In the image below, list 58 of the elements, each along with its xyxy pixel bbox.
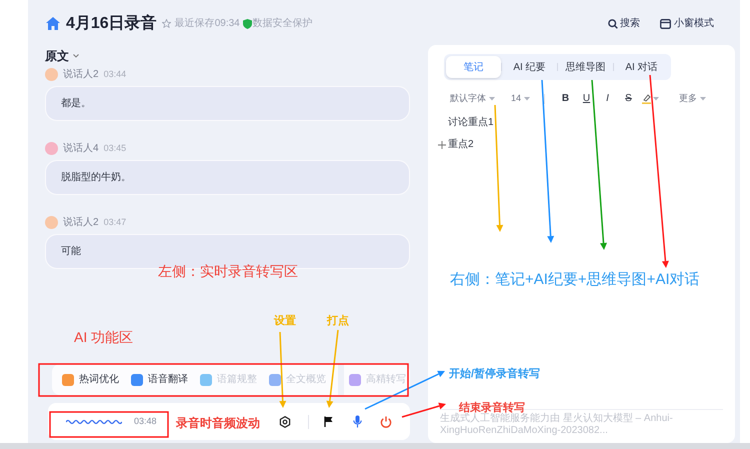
caret-icon bbox=[700, 96, 706, 100]
recording-time: 03:48 bbox=[134, 414, 157, 428]
annotation-label: 设置 bbox=[274, 314, 296, 329]
caret-icon bbox=[489, 96, 495, 100]
shield-icon bbox=[242, 18, 252, 28]
annotation-label: 结束录音转写 bbox=[459, 400, 525, 414]
format-button[interactable]: U bbox=[576, 91, 598, 106]
format-button[interactable]: S bbox=[618, 91, 640, 106]
tab[interactable]: 思维导图 bbox=[558, 56, 613, 78]
annotation-label: 右侧：笔记+AI纪要+思维导图+AI对话 bbox=[450, 270, 700, 290]
model-credit-text: 生成式人工智能服务能力由 星火认知大模型 – Anhui-XingHuoRenZhiDaMoXing-2023082... bbox=[440, 413, 674, 437]
home-icon[interactable] bbox=[46, 17, 60, 30]
annotation-label: 打点 bbox=[327, 314, 349, 329]
note-line: 重点2 bbox=[448, 138, 474, 152]
caret-icon bbox=[653, 96, 660, 100]
transcript-heading[interactable]: 原文 bbox=[45, 47, 69, 65]
annotation-label: AI 功能区 bbox=[74, 328, 134, 347]
mini-mode-button[interactable]: 小窗模式 bbox=[660, 16, 714, 31]
recording-title: 4月16日录音 bbox=[66, 13, 157, 34]
note-line: 讨论重点1 bbox=[448, 116, 494, 130]
plus-icon[interactable] bbox=[438, 140, 446, 148]
transcript-text: 可能 bbox=[61, 244, 81, 259]
star-icon[interactable] bbox=[162, 19, 171, 28]
timestamp: 03:44 bbox=[104, 68, 126, 81]
transcript-text: 脱脂型的牛奶。 bbox=[61, 170, 131, 185]
window-icon bbox=[660, 18, 671, 28]
speaker-name: 说话人2 bbox=[63, 68, 99, 82]
highlight-button[interactable] bbox=[642, 94, 660, 104]
annotation-label: 录音时音频波动 bbox=[176, 415, 260, 432]
flag-icon[interactable] bbox=[324, 416, 333, 427]
settings-icon[interactable] bbox=[279, 416, 291, 428]
size-dropdown[interactable]: 14 bbox=[511, 92, 530, 106]
speaker-name: 说话人2 bbox=[63, 216, 99, 230]
search-button[interactable]: 搜索 bbox=[608, 16, 640, 31]
tab[interactable]: 笔记 bbox=[446, 56, 501, 78]
ai-tool-button[interactable]: 热词优化 bbox=[62, 372, 119, 387]
format-button[interactable]: I bbox=[597, 91, 618, 106]
annotation-label: 开始/暂停录音转写 bbox=[449, 366, 540, 382]
caret-icon bbox=[524, 96, 530, 100]
security-text: 数据安全保护 bbox=[252, 16, 313, 31]
audio-wave-drawing bbox=[66, 418, 122, 424]
annotation-label: 左侧：实时录音转写区 bbox=[158, 262, 298, 281]
last-saved-text: 最近保存09:34 bbox=[174, 16, 240, 31]
timestamp: 03:45 bbox=[104, 142, 126, 155]
microphone-icon[interactable] bbox=[353, 415, 362, 428]
tab[interactable]: AI 纪要 bbox=[502, 56, 557, 78]
tab[interactable]: AI 对话 bbox=[614, 56, 669, 78]
timestamp: 03:47 bbox=[104, 216, 126, 229]
speaker-name: 说话人4 bbox=[63, 142, 99, 156]
transcript-text: 都是。 bbox=[61, 96, 91, 111]
search-icon bbox=[608, 18, 618, 28]
font-dropdown[interactable]: 默认字体 bbox=[450, 92, 495, 106]
more-dropdown[interactable]: 更多 bbox=[679, 92, 706, 106]
power-icon[interactable] bbox=[380, 416, 392, 428]
highlighter-icon bbox=[642, 94, 652, 104]
chevron-down-icon[interactable] bbox=[73, 54, 79, 58]
format-button[interactable]: B bbox=[555, 91, 576, 106]
ai-tool-button[interactable]: 语音翻译 bbox=[131, 372, 188, 387]
